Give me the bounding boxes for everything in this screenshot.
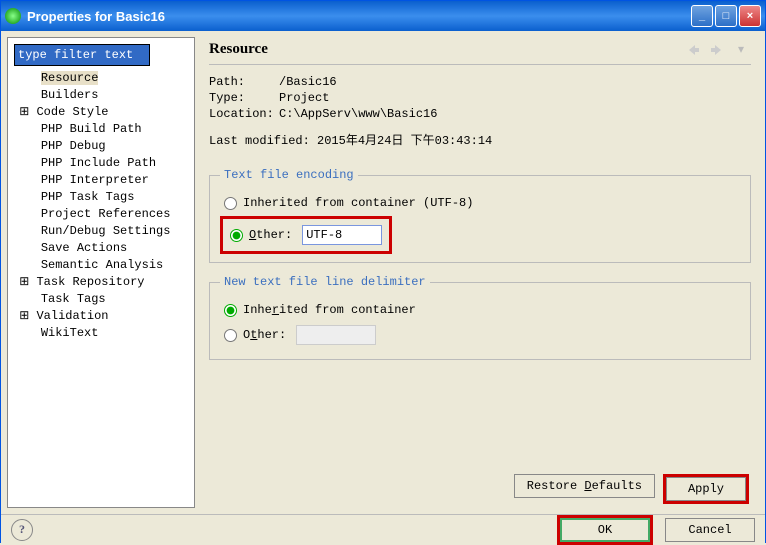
location-value: C:\AppServ\www\Basic16: [279, 107, 437, 121]
help-icon[interactable]: ?: [11, 519, 33, 541]
delimiter-inherited-radio[interactable]: [224, 304, 237, 317]
app-icon: [5, 8, 21, 24]
encoding-other-row[interactable]: Other:: [226, 223, 386, 247]
path-label: Path:: [209, 75, 279, 89]
delimiter-group: New text file line delimiter Inherited f…: [209, 275, 751, 360]
tree-item[interactable]: PHP Interpreter: [12, 172, 194, 189]
restore-defaults-button[interactable]: Restore Defaults: [514, 474, 655, 498]
encoding-other-label: Other:: [249, 228, 292, 242]
back-icon[interactable]: [683, 42, 703, 58]
delimiter-dropdown: [296, 325, 376, 345]
last-modified: Last modified: 2015年4月24日 下午03:43:14: [209, 131, 751, 148]
encoding-inherited-radio[interactable]: [224, 197, 237, 210]
encoding-group: Text file encoding Inherited from contai…: [209, 168, 751, 263]
tree-item[interactable]: Builders: [12, 87, 194, 104]
type-label: Type:: [209, 91, 279, 105]
delimiter-other-row[interactable]: Other:: [220, 323, 740, 347]
highlight-encoding-other: Other:: [220, 216, 392, 254]
titlebar: Properties for Basic16 _ □ ×: [1, 1, 765, 31]
tree-item[interactable]: PHP Include Path: [12, 155, 194, 172]
main-panel: Resource ▾ Path:/Basic16 Type:Project Lo…: [201, 37, 759, 508]
highlight-apply: Apply: [663, 474, 749, 504]
page-title: Resource: [209, 41, 679, 58]
tree-item-resource[interactable]: Resource: [12, 70, 194, 87]
tree-item[interactable]: WikiText: [12, 325, 194, 342]
filter-input[interactable]: [14, 44, 150, 66]
tree-item[interactable]: Task Tags: [12, 291, 194, 308]
dropdown-arrow-icon[interactable]: ▾: [731, 42, 751, 58]
bottom-bar: ? OK Cancel: [1, 514, 765, 544]
encoding-inherited-row[interactable]: Inherited from container (UTF-8): [220, 194, 740, 212]
tree-item[interactable]: ⊞ Task Repository: [12, 274, 194, 291]
window-title: Properties for Basic16: [27, 9, 689, 24]
location-label: Location:: [209, 107, 279, 121]
resource-properties: Path:/Basic16 Type:Project Location:C:\A…: [201, 71, 759, 162]
defaults-row: Restore Defaults Apply: [201, 466, 759, 508]
tree-item[interactable]: ⊞ Code Style: [12, 104, 194, 121]
delimiter-legend: New text file line delimiter: [220, 275, 430, 289]
path-value: /Basic16: [279, 75, 337, 89]
maximize-button[interactable]: □: [715, 5, 737, 27]
encoding-inherited-label: Inherited from container (UTF-8): [243, 196, 473, 210]
navigation-tree-panel: Resource Builders ⊞ Code Style PHP Build…: [7, 37, 195, 508]
tree-item[interactable]: Save Actions: [12, 240, 194, 257]
navigation-tree[interactable]: Resource Builders ⊞ Code Style PHP Build…: [8, 70, 194, 342]
type-value: Project: [279, 91, 329, 105]
forward-icon[interactable]: [707, 42, 727, 58]
delimiter-inherited-row[interactable]: Inherited from container: [220, 301, 740, 319]
delimiter-inherited-label: Inherited from container: [243, 303, 416, 317]
highlight-ok: OK: [557, 515, 653, 545]
tree-item[interactable]: ⊞ Validation: [12, 308, 194, 325]
tree-item[interactable]: PHP Debug: [12, 138, 194, 155]
minimize-button[interactable]: _: [691, 5, 713, 27]
tree-item[interactable]: Run/Debug Settings: [12, 223, 194, 240]
apply-button[interactable]: Apply: [666, 477, 746, 501]
divider: [209, 64, 751, 65]
close-button[interactable]: ×: [739, 5, 761, 27]
cancel-button[interactable]: Cancel: [665, 518, 755, 542]
encoding-other-radio[interactable]: [230, 229, 243, 242]
ok-button[interactable]: OK: [560, 518, 650, 542]
encoding-dropdown[interactable]: [302, 225, 382, 245]
delimiter-other-label: Other:: [243, 328, 286, 342]
tree-item[interactable]: Semantic Analysis: [12, 257, 194, 274]
tree-item[interactable]: PHP Build Path: [12, 121, 194, 138]
tree-item[interactable]: Project References: [12, 206, 194, 223]
tree-item[interactable]: PHP Task Tags: [12, 189, 194, 206]
delimiter-other-radio[interactable]: [224, 329, 237, 342]
encoding-legend: Text file encoding: [220, 168, 358, 182]
